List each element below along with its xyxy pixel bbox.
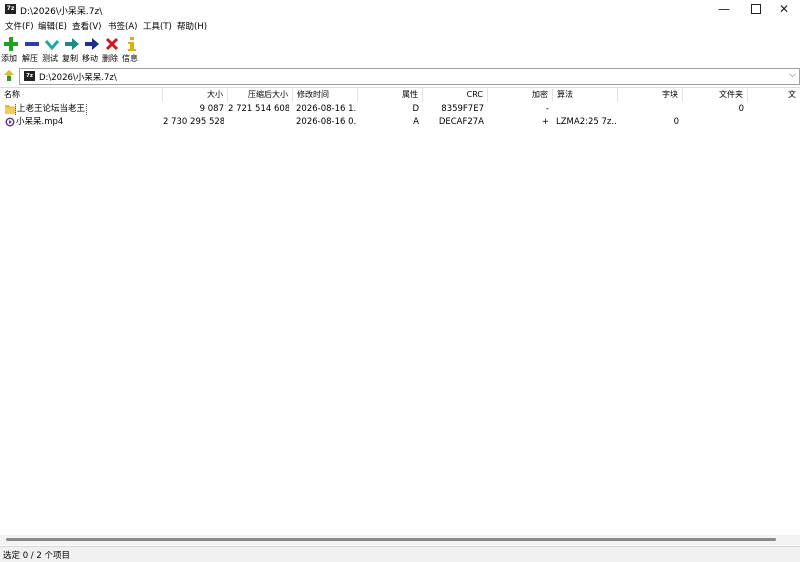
attributes-cell: D bbox=[412, 104, 419, 114]
delete-icon bbox=[105, 37, 119, 51]
column-header-crc[interactable]: CRC bbox=[423, 88, 488, 102]
column-header-folders[interactable]: 文件夹 bbox=[683, 88, 748, 102]
status-bar: 选定 0 / 2 个项目 bbox=[0, 546, 800, 562]
path-text: D:\2026\小呆呆.7z\ bbox=[39, 73, 117, 83]
chevron-down-icon[interactable]: ⌵ bbox=[789, 70, 796, 80]
file-name: 小呆呆.mp4 bbox=[16, 117, 64, 127]
window-title: D:\2026\小呆呆.7z\ bbox=[20, 7, 103, 17]
method-cell bbox=[556, 103, 616, 116]
modified-cell: 2026-08-16 0... bbox=[296, 117, 356, 127]
move-label: 移动 bbox=[82, 54, 98, 63]
delete-label: 删除 bbox=[102, 54, 118, 63]
column-header-files[interactable]: 文 bbox=[748, 88, 800, 102]
menu-tools[interactable]: 工具(T) bbox=[143, 20, 172, 32]
column-header-name[interactable]: 名称 bbox=[0, 88, 163, 102]
move-icon bbox=[85, 38, 99, 50]
method-cell: LZMA2:25 7z... bbox=[556, 117, 616, 127]
encrypted-cell: - bbox=[545, 104, 549, 114]
title-bar: 7z D:\2026\小呆呆.7z\ — ✕ bbox=[0, 0, 800, 19]
crc-cell: DECAF27A bbox=[438, 117, 484, 127]
column-header-packed[interactable]: 压缩后大小 bbox=[228, 88, 293, 102]
table-row[interactable]: 小呆呆.mp4 2 730 295 528 2026-08-16 0... A … bbox=[0, 116, 800, 129]
attributes-cell: A bbox=[413, 117, 419, 127]
folders-cell: 0 bbox=[738, 104, 744, 114]
add-icon bbox=[4, 37, 18, 51]
close-button[interactable]: ✕ bbox=[768, 0, 800, 19]
maximize-icon bbox=[751, 3, 761, 14]
table-row[interactable]: 上老王论坛当老王 9 087 2 721 514 608 2026-08-16 … bbox=[0, 103, 800, 116]
info-button[interactable]: 信息 bbox=[121, 35, 143, 65]
menu-file[interactable]: 文件(F) bbox=[5, 20, 34, 32]
menu-edit[interactable]: 编辑(E) bbox=[38, 20, 67, 32]
folder-icon bbox=[5, 105, 16, 114]
size-cell: 9 087 bbox=[199, 104, 224, 114]
block-cell bbox=[618, 103, 679, 116]
column-header-encrypted[interactable]: 加密 bbox=[488, 88, 553, 102]
packed-cell bbox=[228, 116, 289, 129]
minimize-button[interactable]: — bbox=[708, 0, 740, 19]
menu-bar: 文件(F) 编辑(E) 查看(V) 书签(A) 工具(T) 帮助(H) bbox=[0, 19, 800, 33]
archive-icon: 7z bbox=[24, 71, 35, 81]
file-name: 上老王论坛当老王 bbox=[14, 103, 88, 116]
add-label: 添加 bbox=[1, 54, 17, 63]
column-header-block[interactable]: 字块 bbox=[618, 88, 683, 102]
horizontal-scrollbar[interactable] bbox=[0, 535, 800, 545]
scrollbar-thumb[interactable] bbox=[6, 538, 776, 541]
modified-cell: 2026-08-16 1... bbox=[296, 104, 356, 114]
copy-icon bbox=[65, 38, 79, 50]
copy-label: 复制 bbox=[62, 54, 78, 63]
encrypted-cell: + bbox=[541, 117, 549, 127]
packed-cell: 2 721 514 608 bbox=[228, 104, 289, 114]
menu-help[interactable]: 帮助(H) bbox=[177, 20, 207, 32]
test-icon bbox=[45, 40, 59, 51]
status-text: 选定 0 / 2 个项目 bbox=[3, 551, 70, 561]
info-label: 信息 bbox=[122, 54, 138, 63]
crc-cell: 8359F7E7 bbox=[441, 104, 484, 114]
column-header-method[interactable]: 算法 bbox=[553, 88, 618, 102]
info-icon bbox=[128, 37, 136, 51]
address-bar: 7z D:\2026\小呆呆.7z\ ⌵ bbox=[0, 68, 800, 85]
path-input[interactable]: 7z D:\2026\小呆呆.7z\ ⌵ bbox=[19, 68, 800, 85]
column-header-size[interactable]: 大小 bbox=[163, 88, 228, 102]
block-cell: 0 bbox=[673, 117, 679, 127]
toolbar: 添加 解压 测试 复制 移动 删除 信息 bbox=[0, 33, 800, 67]
menu-bookmarks[interactable]: 书签(A) bbox=[108, 20, 137, 32]
column-header-modified[interactable]: 修改时间 bbox=[293, 88, 358, 102]
name-cell: 上老王论坛当老王 bbox=[3, 103, 161, 116]
up-folder-icon[interactable] bbox=[3, 70, 15, 82]
video-file-icon bbox=[5, 117, 15, 127]
app-icon: 7z bbox=[5, 4, 16, 14]
name-cell: 小呆呆.mp4 bbox=[3, 116, 161, 129]
size-cell: 2 730 295 528 bbox=[163, 117, 224, 127]
file-list: 名称 大小 压缩后大小 修改时间 属性 CRC 加密 算法 字块 文件夹 文 上… bbox=[0, 87, 800, 536]
column-header-attributes[interactable]: 属性 bbox=[358, 88, 423, 102]
extract-label: 解压 bbox=[22, 54, 38, 63]
extract-icon bbox=[25, 42, 39, 46]
menu-view[interactable]: 查看(V) bbox=[72, 20, 101, 32]
folders-cell bbox=[683, 116, 744, 129]
test-label: 测试 bbox=[42, 54, 58, 63]
